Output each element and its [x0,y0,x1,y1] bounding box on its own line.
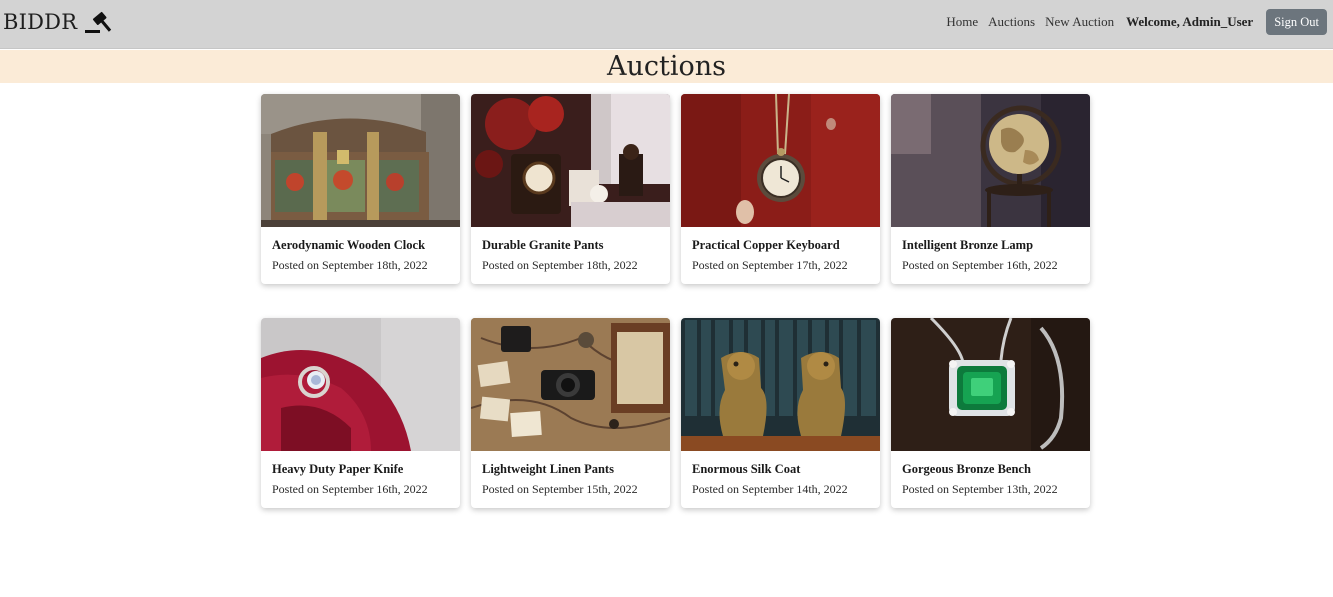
card-body: Gorgeous Bronze Bench Posted on Septembe… [891,451,1090,497]
auction-image-painted-chest [261,94,460,227]
card-body: Enormous Silk Coat Posted on September 1… [681,451,880,497]
auction-title[interactable]: Durable Granite Pants [482,237,659,253]
navbar: BIDDR Home Auctions New Auction Welcome,… [0,0,1333,49]
card-body: Lightweight Linen Pants Posted on Septem… [471,451,670,497]
gavel-icon [85,11,112,33]
auction-date: Posted on September 15th, 2022 [482,482,638,496]
brand-logo[interactable]: BIDDR [3,7,115,37]
auction-card[interactable]: Durable Granite Pants Posted on Septembe… [471,94,670,284]
auction-image-antique-clock [471,94,670,227]
sign-out-button[interactable]: Sign Out [1266,9,1327,35]
card-body: Heavy Duty Paper Knife Posted on Septemb… [261,451,460,497]
auction-date: Posted on September 16th, 2022 [272,482,428,496]
auction-date: Posted on September 13th, 2022 [902,482,1058,496]
card-body: Intelligent Bronze Lamp Posted on Septem… [891,227,1090,273]
nav-link-new-auction[interactable]: New Auction [1040,14,1119,30]
auction-card[interactable]: Practical Copper Keyboard Posted on Sept… [681,94,880,284]
auction-image-antique-globe [891,94,1090,227]
auction-card[interactable]: Lightweight Linen Pants Posted on Septem… [471,318,670,508]
auction-date: Posted on September 14th, 2022 [692,482,848,496]
auction-card[interactable]: Heavy Duty Paper Knife Posted on Septemb… [261,318,460,508]
auction-title[interactable]: Aerodynamic Wooden Clock [272,237,449,253]
auction-grid: Aerodynamic Wooden Clock Posted on Septe… [261,94,1091,508]
welcome-user-text: Welcome, Admin_User [1126,14,1254,29]
auction-card[interactable]: Enormous Silk Coat Posted on September 1… [681,318,880,508]
auction-title[interactable]: Practical Copper Keyboard [692,237,869,253]
auction-image-diamond-ring [261,318,460,451]
auction-image-vintage-camera [471,318,670,451]
auction-title[interactable]: Heavy Duty Paper Knife [272,461,449,477]
auction-image-emerald-necklace [891,318,1090,451]
page-title: Auctions [607,51,726,82]
auction-image-pocket-watch [681,94,880,227]
nav-links: Home Auctions New Auction Welcome, Admin… [941,0,1327,44]
auction-title[interactable]: Gorgeous Bronze Bench [902,461,1079,477]
card-body: Durable Granite Pants Posted on Septembe… [471,227,670,273]
brand-name: BIDDR [3,10,78,34]
auction-title[interactable]: Lightweight Linen Pants [482,461,659,477]
auction-image-bronze-statues [681,318,880,451]
auction-date: Posted on September 18th, 2022 [272,258,428,272]
auction-card[interactable]: Aerodynamic Wooden Clock Posted on Septe… [261,94,460,284]
auction-date: Posted on September 17th, 2022 [692,258,848,272]
auction-card[interactable]: Intelligent Bronze Lamp Posted on Septem… [891,94,1090,284]
auction-date: Posted on September 18th, 2022 [482,258,638,272]
card-body: Aerodynamic Wooden Clock Posted on Septe… [261,227,460,273]
card-body: Practical Copper Keyboard Posted on Sept… [681,227,880,273]
auction-title[interactable]: Enormous Silk Coat [692,461,869,477]
auction-title[interactable]: Intelligent Bronze Lamp [902,237,1079,253]
nav-link-home[interactable]: Home [941,14,983,30]
auction-date: Posted on September 16th, 2022 [902,258,1058,272]
nav-link-auctions[interactable]: Auctions [983,14,1040,30]
title-bar: Auctions [0,50,1333,83]
auction-card[interactable]: Gorgeous Bronze Bench Posted on Septembe… [891,318,1090,508]
